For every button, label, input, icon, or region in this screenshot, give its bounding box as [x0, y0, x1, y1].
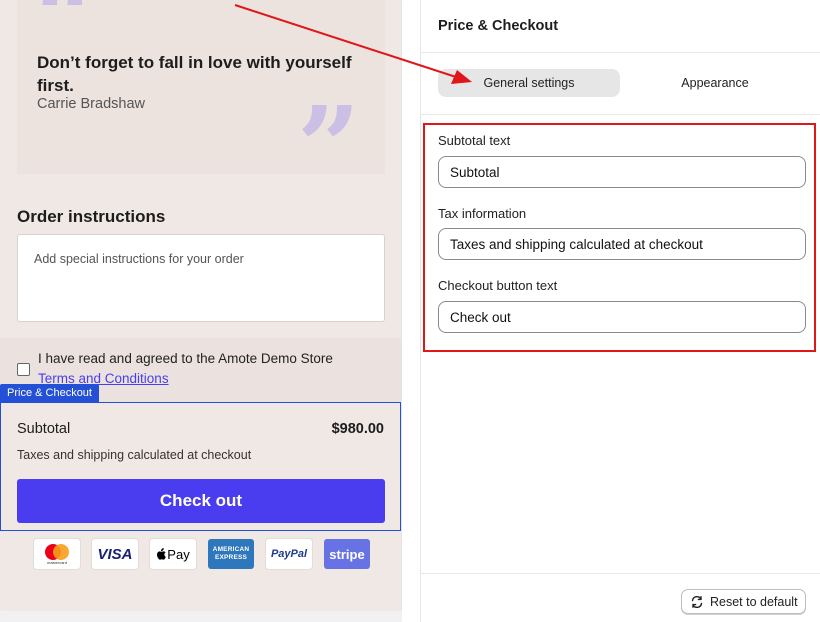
tax-note: Taxes and shipping calculated at checkou…: [17, 448, 252, 462]
stripe-label: stripe: [329, 546, 365, 562]
subtotal-text-value: Subtotal: [450, 164, 500, 180]
subtotal-text-label: Subtotal text: [438, 133, 511, 148]
order-instructions-title: Order instructions: [17, 207, 166, 226]
terms-checkbox[interactable]: [17, 363, 30, 376]
visa-icon: VISA: [92, 539, 138, 569]
tax-information-label: Tax information: [438, 206, 527, 221]
mastercard-label: mastercard: [46, 560, 67, 565]
subtotal-text-field[interactable]: Subtotal: [438, 156, 806, 188]
payment-icons: mastercard VISA Pay AMERICAN EXPRESS Pay…: [34, 539, 370, 569]
section-tag[interactable]: Price & Checkout: [0, 384, 99, 402]
american-express-label: AMERICAN EXPRESS: [212, 546, 250, 561]
checkout-button-text-label: Checkout button text: [438, 278, 558, 293]
quote-author: Carrie Bradshaw: [37, 96, 145, 112]
reset-icon: [691, 595, 703, 608]
american-express-icon: AMERICAN EXPRESS: [208, 539, 254, 569]
panel-title: Price & Checkout: [438, 18, 559, 34]
order-instructions-placeholder: Add special instructions for your order: [34, 252, 244, 266]
subtotal-amount: $980.00: [331, 421, 384, 437]
visa-label: VISA: [97, 545, 133, 563]
divider: [421, 52, 820, 53]
checkout-button[interactable]: Check out: [17, 479, 385, 523]
order-instructions-textarea[interactable]: Add special instructions for your order: [17, 234, 385, 322]
tab-general-settings[interactable]: General settings: [438, 69, 620, 97]
store-preview: “ Don’t forget to fall in love with your…: [0, 0, 402, 622]
stripe-icon: stripe: [324, 539, 370, 569]
reset-label: Reset to default: [710, 594, 798, 609]
cart-drawer: “ Don’t forget to fall in love with your…: [0, 0, 401, 610]
terms-text: I have read and agreed to the Amote Demo…: [38, 351, 333, 366]
reset-to-default-button[interactable]: Reset to default: [681, 589, 806, 614]
mastercard-icon: mastercard: [34, 539, 80, 569]
paypal-icon: PayPal: [266, 539, 312, 569]
subtotal-label: Subtotal: [17, 421, 71, 437]
apple-pay-label: Pay: [167, 546, 190, 562]
settings-panel: Price & Checkout General settings Appear…: [420, 0, 820, 622]
divider: [421, 114, 820, 115]
price-checkout-section[interactable]: Subtotal $980.00 Taxes and shipping calc…: [0, 402, 401, 531]
checkout-button-text-value: Check out: [450, 309, 511, 325]
tab-appearance[interactable]: Appearance: [625, 69, 805, 97]
quote-card: “ Don’t forget to fall in love with your…: [17, 0, 385, 202]
divider: [421, 573, 820, 574]
close-quote-icon: ”: [297, 82, 361, 211]
apple-pay-icon: Pay: [150, 539, 196, 569]
tax-information-field[interactable]: Taxes and shipping calculated at checkou…: [438, 228, 806, 260]
checkout-button-text-field[interactable]: Check out: [438, 301, 806, 333]
tax-information-value: Taxes and shipping calculated at checkou…: [450, 236, 703, 252]
paypal-label: PayPal: [270, 548, 308, 560]
